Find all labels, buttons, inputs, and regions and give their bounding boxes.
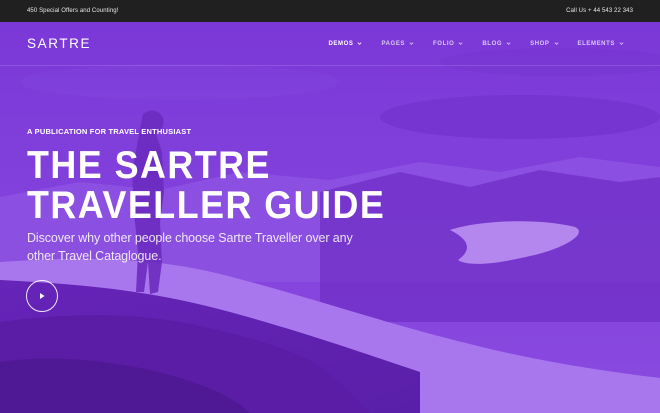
nav-item-shop[interactable]: SHOP	[530, 41, 558, 47]
chevron-down-icon	[409, 41, 414, 46]
hero-subtitle: Discover why other people choose Sartre …	[27, 231, 353, 263]
chevron-down-icon	[554, 41, 559, 46]
chevron-down-icon	[458, 41, 463, 46]
headline-line-2: TRAVELLER GUIDE	[27, 184, 386, 227]
nav-item-label: FOLIO	[433, 40, 455, 47]
chevron-down-icon	[619, 41, 624, 46]
hero-content: A PUBLICATION FOR TRAVEL ENTHUSIAST THE …	[27, 126, 416, 265]
nav-item-label: DEMOS	[328, 40, 354, 47]
site-logo[interactable]: SARTRE	[27, 36, 91, 51]
nav-menu: DEMOS PAGES FOLIO BLOG SHOP ELEMENTS	[309, 41, 633, 47]
nav-item-label: BLOG	[482, 40, 503, 47]
nav-item-blog[interactable]: BLOG	[482, 41, 511, 47]
nav-item-folio[interactable]: FOLIO	[433, 41, 463, 47]
headline-line-1: THE SARTRE	[27, 144, 271, 187]
contact-text[interactable]: Call Us + 44 543 22 343	[566, 8, 633, 14]
top-bar: 450 Special Offers and Counting! Call Us…	[0, 0, 660, 22]
hero-headline: THE SARTRE TRAVELLER GUIDE	[27, 146, 416, 226]
hero-kicker: A PUBLICATION FOR TRAVEL ENTHUSIAST	[27, 127, 192, 136]
play-video-button[interactable]	[26, 280, 58, 312]
play-icon	[40, 293, 45, 299]
chevron-down-icon	[357, 41, 362, 46]
nav-item-pages[interactable]: PAGES	[381, 41, 414, 47]
nav-item-demos[interactable]: DEMOS	[328, 41, 362, 47]
hero-section: SARTRE DEMOS PAGES FOLIO BLOG SHOP ELEME…	[0, 22, 660, 413]
offer-text: 450 Special Offers and Counting!	[27, 8, 119, 14]
chevron-down-icon	[506, 41, 511, 46]
nav-item-elements[interactable]: ELEMENTS	[578, 41, 624, 47]
nav-item-label: PAGES	[381, 40, 406, 47]
nav-item-label: SHOP	[530, 40, 550, 47]
main-navigation: SARTRE DEMOS PAGES FOLIO BLOG SHOP ELEME…	[0, 22, 660, 66]
nav-item-label: ELEMENTS	[577, 40, 615, 47]
